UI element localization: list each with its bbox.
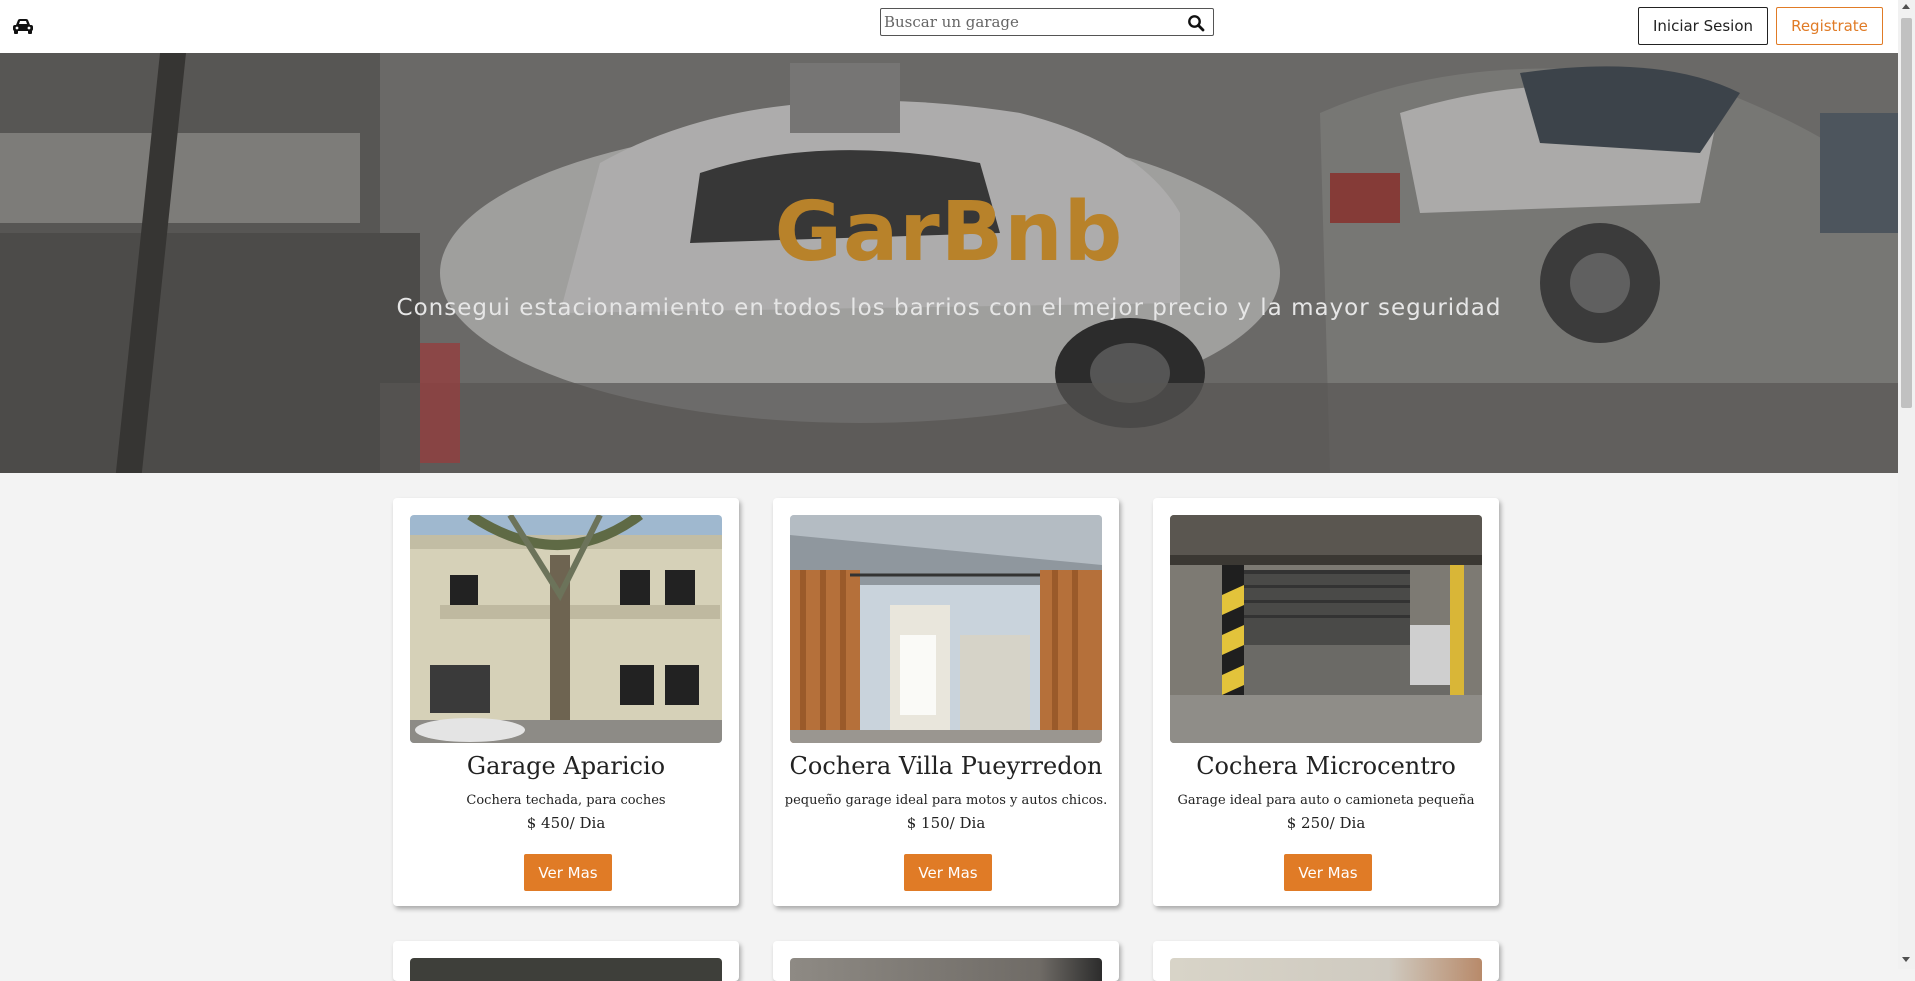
register-button[interactable]: Registrate xyxy=(1776,7,1883,45)
search-bar xyxy=(880,8,1214,36)
listing-card-partial xyxy=(393,941,739,981)
listing-image[interactable] xyxy=(790,958,1102,981)
scrollbar[interactable] xyxy=(1898,0,1915,969)
listing-image[interactable] xyxy=(410,515,722,743)
listing-description: Garage ideal para auto o camioneta peque… xyxy=(1177,793,1475,808)
listing-image[interactable] xyxy=(410,958,722,981)
hero-subtitle: Consegui estacionamiento en todos los ba… xyxy=(396,295,1502,321)
listing-card: Garage Aparicio Cochera techada, para co… xyxy=(393,498,739,906)
listing-price: $ 150/ Dia xyxy=(906,814,986,832)
listing-image[interactable] xyxy=(1170,515,1482,743)
scroll-down-arrow-icon[interactable] xyxy=(1902,957,1910,962)
login-button[interactable]: Iniciar Sesion xyxy=(1638,7,1768,45)
scroll-up-arrow-icon[interactable] xyxy=(1902,4,1910,9)
search-input[interactable] xyxy=(884,11,1164,33)
listing-description: Cochera techada, para coches xyxy=(466,793,666,808)
hero-title: GarBnb xyxy=(774,185,1124,280)
listing-price: $ 250/ Dia xyxy=(1286,814,1366,832)
listing-card-partial xyxy=(1153,941,1499,981)
listing-card-partial xyxy=(773,941,1119,981)
listing-title: Cochera Villa Pueyrredon xyxy=(789,752,1103,780)
listing-price: $ 450/ Dia xyxy=(526,814,606,832)
listing-description: pequeño garage ideal para motos y autos … xyxy=(784,793,1108,808)
listing-image[interactable] xyxy=(790,515,1102,743)
car-icon[interactable] xyxy=(12,17,34,35)
listing-image[interactable] xyxy=(1170,958,1482,981)
scrollbar-thumb[interactable] xyxy=(1901,18,1912,408)
see-more-button[interactable]: Ver Mas xyxy=(904,854,992,891)
search-icon[interactable] xyxy=(1187,14,1205,32)
see-more-button[interactable]: Ver Mas xyxy=(1284,854,1372,891)
listing-card: Cochera Villa Pueyrredon pequeño garage … xyxy=(773,498,1119,906)
listing-card: Cochera Microcentro Garage ideal para au… xyxy=(1153,498,1499,906)
listing-title: Garage Aparicio xyxy=(466,752,666,780)
listing-title: Cochera Microcentro xyxy=(1196,752,1456,780)
navbar: Iniciar Sesion Registrate xyxy=(0,0,1898,54)
see-more-button[interactable]: Ver Mas xyxy=(524,854,612,891)
hero-banner: GarBnb Consegui estacionamiento en todos… xyxy=(0,53,1898,473)
